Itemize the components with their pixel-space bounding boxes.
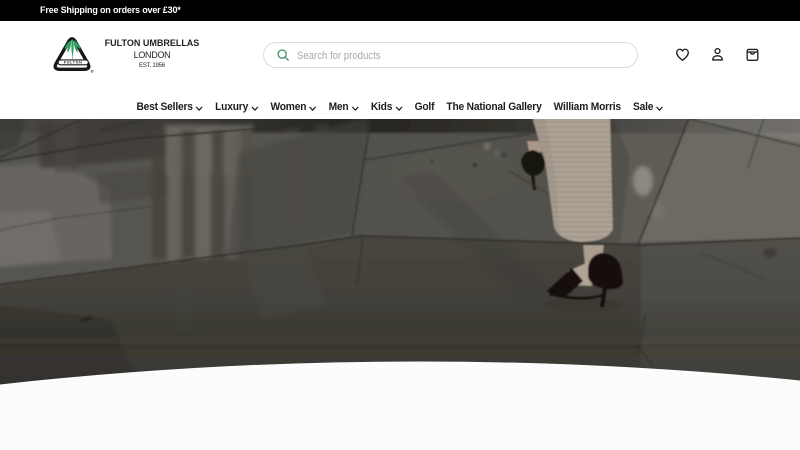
svg-text:FULTON: FULTON [64, 61, 83, 65]
